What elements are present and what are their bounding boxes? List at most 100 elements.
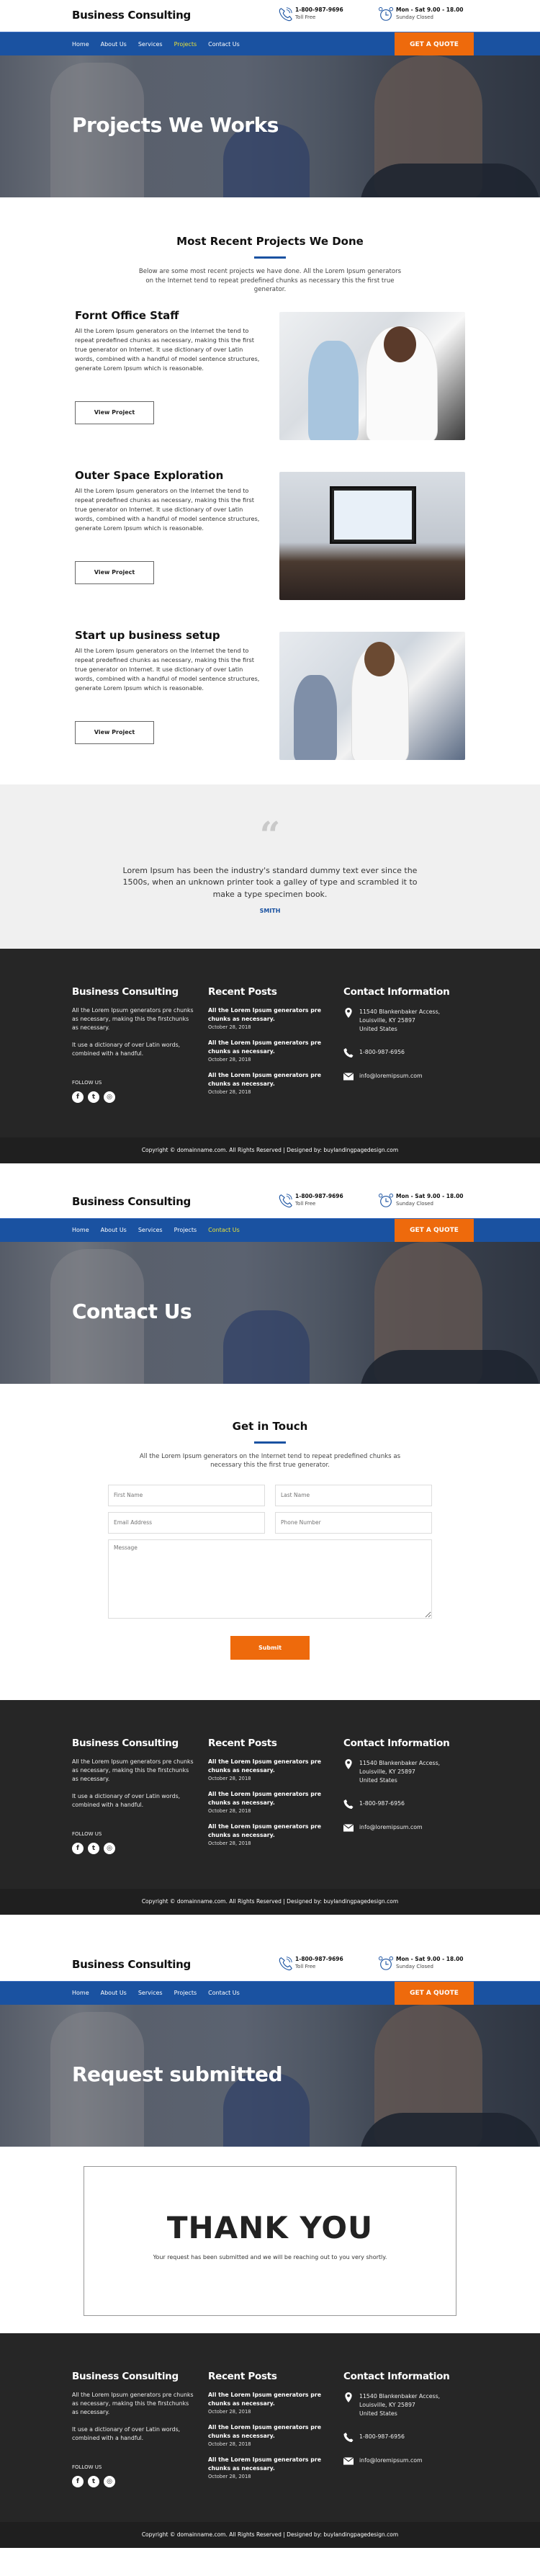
instagram-icon[interactable]: ◎ bbox=[104, 2475, 115, 2487]
site-logo[interactable]: Business Consulting bbox=[72, 1195, 191, 1208]
contact-info-title: Contact Information bbox=[343, 985, 450, 998]
phone-icon bbox=[279, 1193, 292, 1207]
nav-projects[interactable]: Projects bbox=[174, 1227, 197, 1233]
header-phone-label: Toll Free bbox=[295, 14, 316, 20]
footer-phone-number[interactable]: 1-800-987-6956 bbox=[359, 2433, 405, 2441]
recent-post-title[interactable]: All the Lorem Ipsum generators pre chunk… bbox=[208, 2423, 330, 2441]
header-hours: Mon - Sat 9.00 - 18.00 bbox=[396, 1955, 464, 1962]
footer-about: Business Consulting All the Lorem Ipsum … bbox=[72, 986, 194, 1103]
phone-input[interactable] bbox=[275, 1511, 432, 1534]
message-textarea[interactable] bbox=[108, 1539, 432, 1619]
twitter-icon[interactable]: t bbox=[88, 1842, 99, 1854]
last-name-input[interactable] bbox=[275, 1484, 432, 1506]
nav-about[interactable]: About Us bbox=[101, 1990, 127, 1996]
instagram-icon[interactable]: ◎ bbox=[104, 1842, 115, 1854]
site-footer: Business Consulting All the Lorem Ipsum … bbox=[0, 1699, 540, 1889]
email-input[interactable] bbox=[108, 1511, 265, 1534]
nav-contact[interactable]: Contact Us bbox=[208, 1227, 240, 1233]
thank-you-title: THANK YOU bbox=[166, 2209, 374, 2245]
facebook-icon[interactable]: f bbox=[72, 2475, 84, 2487]
site-header: Business Consulting 1-800-987-9696 Toll F… bbox=[0, 0, 540, 32]
header-hours-label: Sunday Closed bbox=[396, 1200, 433, 1207]
envelope-icon bbox=[343, 1823, 354, 1832]
facebook-icon[interactable]: f bbox=[72, 1842, 84, 1854]
social-links: f t ◎ bbox=[72, 1842, 194, 1854]
hero-title: Contact Us bbox=[72, 1299, 192, 1323]
footer-about-text-2: It use a dictionary of over Latin words,… bbox=[72, 1041, 181, 1057]
nav-about[interactable]: About Us bbox=[101, 41, 127, 48]
footer-email: info@loremipsum.com bbox=[343, 1072, 449, 1081]
first-name-input[interactable] bbox=[108, 1484, 265, 1506]
contact-page: Business Consulting 1-800-987-9696 Toll F… bbox=[0, 1186, 540, 1915]
recent-post-date: October 28, 2018 bbox=[208, 2408, 251, 2415]
footer-phone: 1-800-987-6956 bbox=[343, 2432, 449, 2442]
hours-info: Mon - Sat 9.00 - 18.00 Sunday Closed bbox=[378, 1956, 464, 1972]
nav-services[interactable]: Services bbox=[138, 1227, 163, 1233]
header-phone[interactable]: 1-800-987-9696 bbox=[295, 1193, 343, 1200]
project-image bbox=[279, 631, 465, 760]
recent-posts-title: Recent Posts bbox=[208, 2370, 277, 2382]
address-line-3: United States bbox=[359, 2410, 397, 2417]
footer-about: Business Consulting All the Lorem Ipsum … bbox=[72, 1738, 194, 1854]
nav-services[interactable]: Services bbox=[138, 1990, 163, 1996]
header-phone[interactable]: 1-800-987-9696 bbox=[295, 1956, 343, 1963]
clock-icon bbox=[378, 1956, 394, 1970]
title-underline bbox=[254, 256, 286, 259]
view-project-button[interactable]: View Project bbox=[75, 401, 154, 424]
recent-post-title[interactable]: All the Lorem Ipsum generators pre chunk… bbox=[208, 2391, 330, 2408]
footer-contact: Contact Information 11540 Blankenbaker A… bbox=[343, 985, 450, 1081]
projects-section: Most Recent Projects We Done Below are s… bbox=[0, 197, 540, 784]
footer-email-address[interactable]: info@loremipsum.com bbox=[359, 1072, 423, 1081]
recent-post-title[interactable]: All the Lorem Ipsum generators pre chunk… bbox=[208, 2456, 330, 2473]
hero-figure bbox=[360, 2112, 540, 2147]
copyright-bar: Copyright © domainname.com. All Rights R… bbox=[0, 2521, 540, 2548]
instagram-icon[interactable]: ◎ bbox=[104, 1091, 115, 1103]
projects-page: Business Consulting 1-800-987-9696 Toll F… bbox=[0, 0, 540, 1163]
nav-contact[interactable]: Contact Us bbox=[208, 41, 240, 48]
clock-icon bbox=[378, 1193, 394, 1207]
nav-projects[interactable]: Projects bbox=[174, 1990, 197, 1996]
nav-home[interactable]: Home bbox=[72, 1227, 89, 1233]
recent-post-title[interactable]: All the Lorem Ipsum generators pre chunk… bbox=[208, 1823, 330, 1840]
recent-post: All the Lorem Ipsum generators pre chunk… bbox=[208, 1039, 330, 1063]
contact-title: Get in Touch bbox=[232, 1419, 308, 1433]
view-project-button[interactable]: View Project bbox=[75, 720, 154, 744]
nav-home[interactable]: Home bbox=[72, 1990, 89, 1996]
recent-post-title[interactable]: All the Lorem Ipsum generators pre chunk… bbox=[208, 1071, 330, 1088]
get-quote-button[interactable]: GET A QUOTE bbox=[395, 1981, 474, 2005]
twitter-icon[interactable]: t bbox=[88, 2475, 99, 2487]
recent-post-title[interactable]: All the Lorem Ipsum generators pre chunk… bbox=[208, 1006, 330, 1024]
site-logo[interactable]: Business Consulting bbox=[72, 1958, 191, 1971]
phone-icon bbox=[279, 7, 292, 22]
nav-home[interactable]: Home bbox=[72, 41, 89, 48]
hero-figure bbox=[360, 164, 540, 197]
recent-post-title[interactable]: All the Lorem Ipsum generators pre chunk… bbox=[208, 1790, 330, 1807]
thank-you-message: Your request has been submitted and we w… bbox=[153, 2253, 387, 2260]
recent-posts-title: Recent Posts bbox=[208, 1737, 277, 1749]
project-text: All the Lorem Ipsum generators on the In… bbox=[75, 326, 260, 372]
nav-about[interactable]: About Us bbox=[101, 1227, 127, 1233]
envelope-icon bbox=[343, 2456, 354, 2465]
footer-about-title: Business Consulting bbox=[72, 2370, 179, 2382]
nav-services[interactable]: Services bbox=[138, 41, 163, 48]
footer-phone-number[interactable]: 1-800-987-6956 bbox=[359, 1799, 405, 1808]
get-quote-button[interactable]: GET A QUOTE bbox=[395, 1218, 474, 1243]
recent-post-title[interactable]: All the Lorem Ipsum generators pre chunk… bbox=[208, 1758, 330, 1775]
header-phone[interactable]: 1-800-987-9696 bbox=[295, 6, 343, 14]
footer-phone-number[interactable]: 1-800-987-6956 bbox=[359, 1048, 405, 1057]
view-project-button[interactable]: View Project bbox=[75, 560, 154, 584]
footer-email-address[interactable]: info@loremipsum.com bbox=[359, 2456, 423, 2465]
nav-projects[interactable]: Projects bbox=[174, 41, 197, 48]
footer-email-address[interactable]: info@loremipsum.com bbox=[359, 1823, 423, 1832]
nav-contact[interactable]: Contact Us bbox=[208, 1990, 240, 1996]
get-quote-button[interactable]: GET A QUOTE bbox=[395, 32, 474, 56]
footer-about-text: All the Lorem Ipsum generators pre chunk… bbox=[72, 1758, 194, 1782]
submit-button[interactable]: Submit bbox=[230, 1635, 310, 1660]
site-logo[interactable]: Business Consulting bbox=[72, 9, 191, 22]
follow-us-label: FOLLOW US bbox=[72, 1830, 102, 1837]
footer-about-title: Business Consulting bbox=[72, 1737, 179, 1749]
main-nav: Home About Us Services Projects Contact … bbox=[0, 32, 540, 56]
recent-post-title[interactable]: All the Lorem Ipsum generators pre chunk… bbox=[208, 1039, 330, 1056]
facebook-icon[interactable]: f bbox=[72, 1091, 84, 1103]
twitter-icon[interactable]: t bbox=[88, 1091, 99, 1103]
